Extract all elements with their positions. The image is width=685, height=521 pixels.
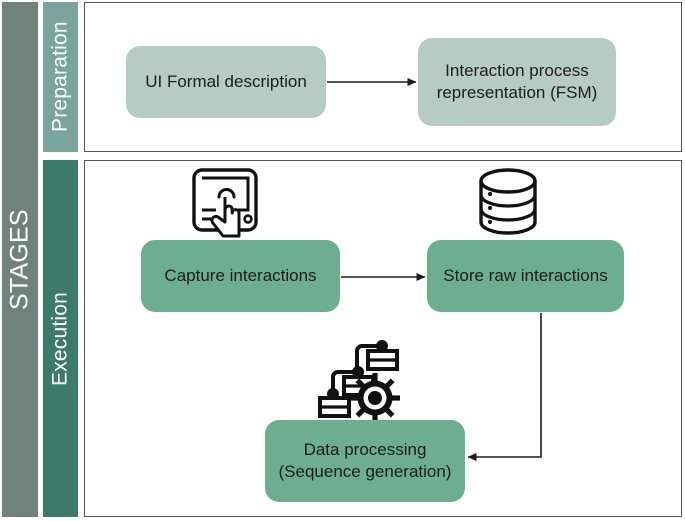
stage-label-execution-text: Execution: [48, 291, 72, 386]
stages-axis-label-text: STAGES: [5, 209, 34, 310]
box-capture-interactions-label: Capture interactions: [164, 265, 317, 285]
stage-label-preparation-text: Preparation: [48, 21, 72, 133]
box-store-raw-interactions[interactable]: Store raw interactions: [427, 240, 624, 312]
box-ui-formal-description-label: UI Formal description: [145, 71, 307, 91]
box-interaction-process-representation-label: Interaction process representation (FSM): [436, 60, 598, 102]
box-data-processing-label: Data processing (Sequence generation): [278, 439, 452, 481]
tablet-touch-icon: [188, 166, 266, 242]
database-icon: [470, 166, 546, 242]
stage-label-preparation: Preparation: [43, 2, 78, 152]
stages-axis-label: STAGES: [2, 2, 38, 517]
box-store-raw-interactions-label: Store raw interactions: [443, 265, 608, 285]
box-ui-formal-description[interactable]: UI Formal description: [126, 46, 326, 118]
box-capture-interactions[interactable]: Capture interactions: [141, 240, 340, 312]
box-interaction-process-representation[interactable]: Interaction process representation (FSM): [418, 38, 616, 126]
stage-label-execution: Execution: [43, 160, 78, 517]
data-flow-gear-icon: [312, 336, 412, 424]
diagram-canvas: STAGES Preparation Execution UI Formal d…: [0, 0, 685, 521]
box-data-processing[interactable]: Data processing (Sequence generation): [265, 420, 465, 502]
